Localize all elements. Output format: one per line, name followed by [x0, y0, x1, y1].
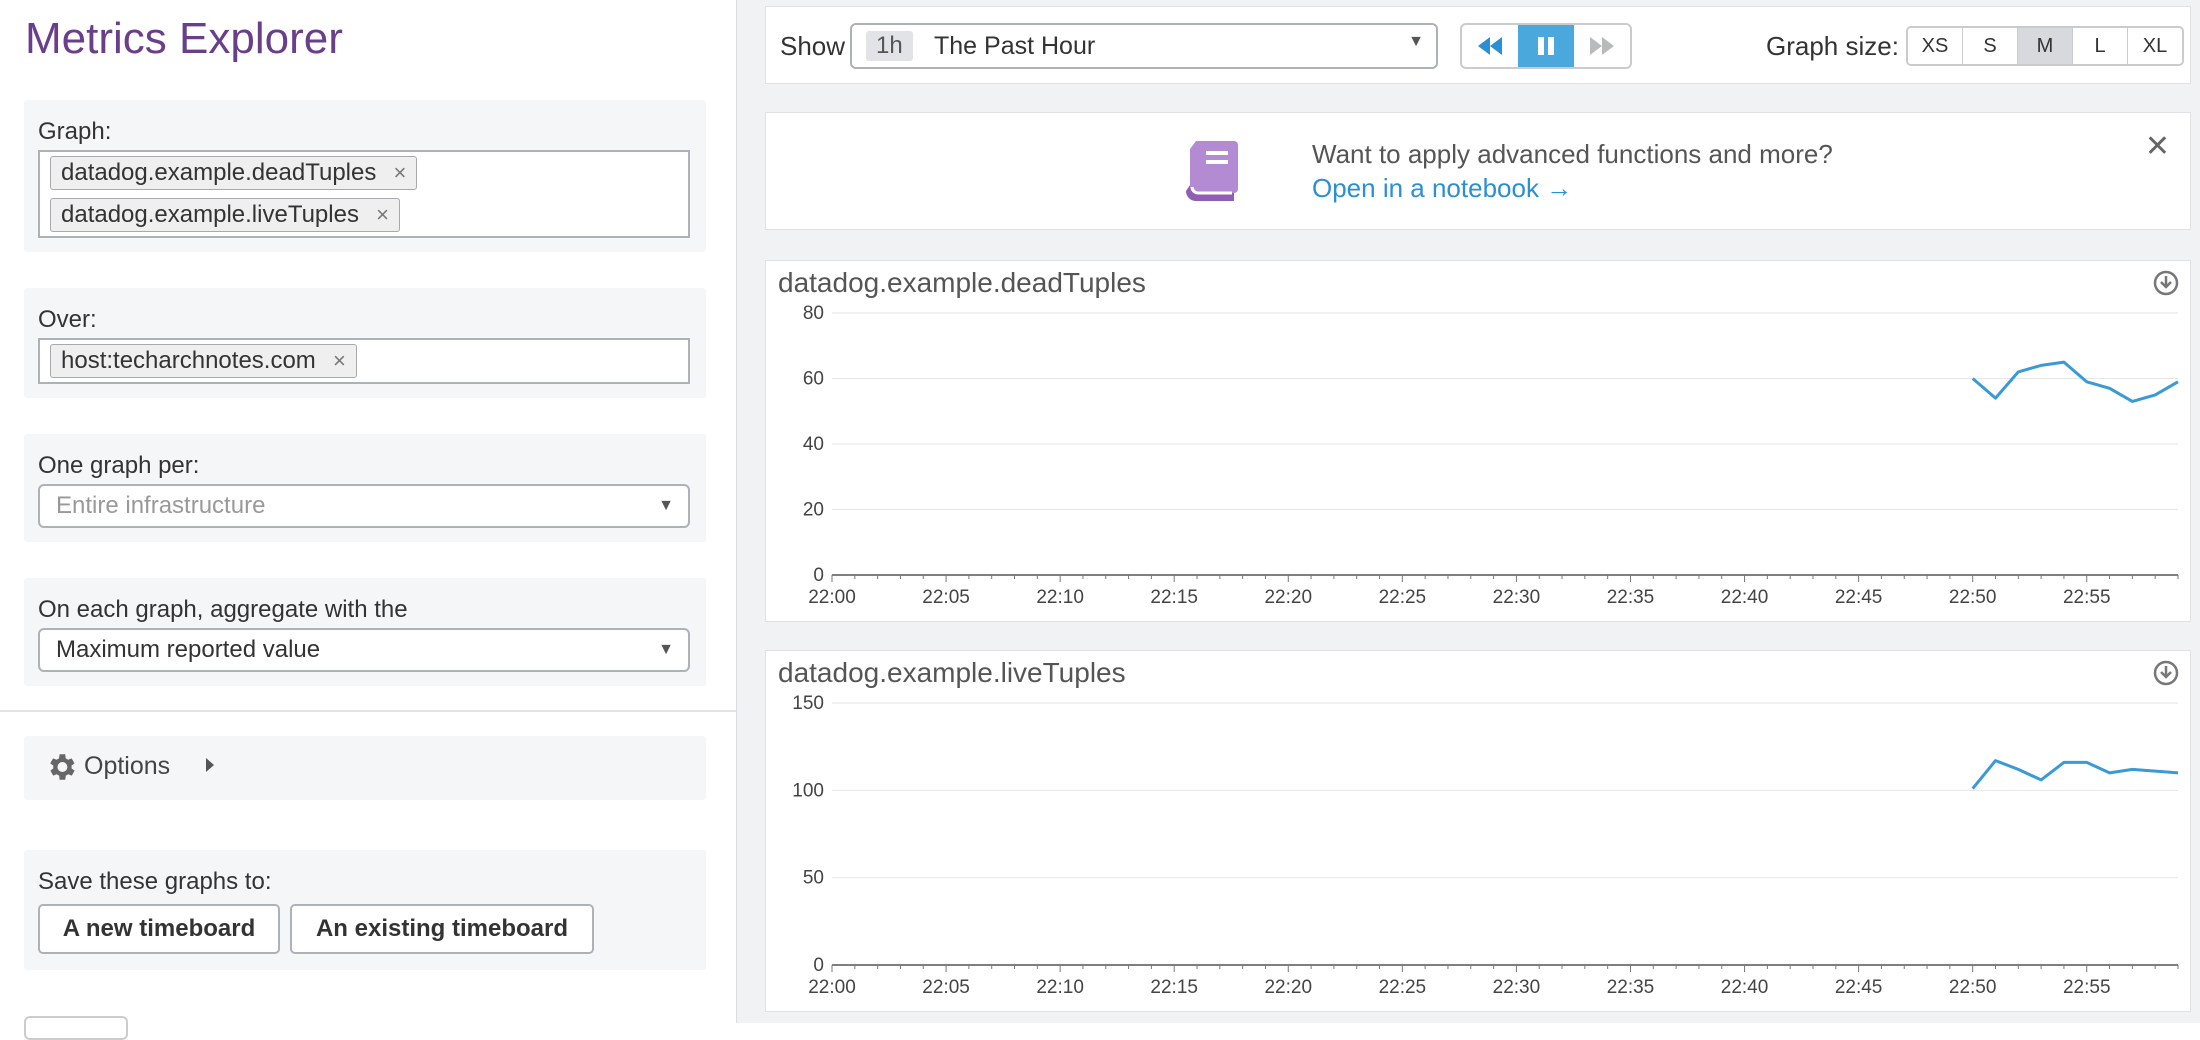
x-tick-label: 22:00: [808, 977, 856, 998]
x-tick-label: 22:10: [1036, 587, 1084, 608]
time-toolbar: Show 1h The Past Hour ▼ Graph size: XS S…: [765, 6, 2191, 84]
remove-token-icon[interactable]: ×: [376, 199, 389, 231]
divider: [0, 710, 736, 712]
y-tick-label: 80: [803, 303, 824, 324]
size-xs-button[interactable]: XS: [1908, 28, 1963, 64]
metric-token-label: datadog.example.deadTuples: [61, 159, 377, 186]
aggregate-label: On each graph, aggregate with the: [38, 596, 408, 623]
x-tick-label: 22:40: [1721, 977, 1769, 998]
x-tick-label: 22:35: [1607, 587, 1655, 608]
x-tick-label: 22:05: [922, 977, 970, 998]
show-label: Show: [780, 31, 846, 61]
save-label: Save these graphs to:: [38, 868, 272, 895]
x-tick-label: 22:05: [922, 587, 970, 608]
x-tick-label: 22:35: [1607, 977, 1655, 998]
x-tick-label: 22:55: [2063, 587, 2111, 608]
one-graph-per-value: Entire infrastructure: [56, 492, 266, 519]
pause-icon[interactable]: [1518, 25, 1574, 67]
graph-section: Graph: datadog.example.deadTuples × data…: [24, 100, 706, 252]
x-tick-label: 22:25: [1379, 977, 1427, 998]
over-label: Over:: [38, 306, 97, 333]
x-tick-label: 22:45: [1835, 587, 1883, 608]
x-tick-label: 22:25: [1379, 587, 1427, 608]
line-chart: 0 20 40 60 80 22:00 22:05 22:10 22:15 22:20 22:25 2…: [803, 303, 2179, 608]
graph-size-selector: XS S M L XL: [1906, 26, 2184, 66]
scope-token[interactable]: host:techarchnotes.com ×: [50, 344, 357, 378]
metric-graph-liveTuples: datadog.example.liveTuples 0 50 100 150 22:0…: [765, 650, 2191, 1012]
x-tick-label: 22:50: [1949, 587, 1997, 608]
chevron-down-icon: ▼: [658, 497, 674, 514]
remove-token-icon[interactable]: ×: [393, 157, 406, 189]
chevron-down-icon: ▼: [1408, 33, 1424, 50]
metric-graph-deadTuples: datadog.example.deadTuples 0 20 40 60 80 22:0…: [765, 260, 2191, 622]
y-tick-label: 0: [813, 955, 824, 976]
timeframe-badge: 1h: [866, 31, 913, 61]
x-tick-label: 22:20: [1264, 587, 1312, 608]
metric-token[interactable]: datadog.example.liveTuples ×: [50, 198, 400, 232]
x-tick-label: 22:10: [1036, 977, 1084, 998]
x-tick-label: 22:00: [808, 587, 856, 608]
y-tick-label: 20: [803, 500, 824, 521]
caret-right-icon: [206, 758, 214, 772]
one-graph-per-section: One graph per: Entire infrastructure ▼: [24, 434, 706, 542]
existing-timeboard-button[interactable]: An existing timeboard: [290, 904, 594, 954]
x-tick-label: 22:30: [1493, 977, 1541, 998]
x-tick-label: 22:40: [1721, 587, 1769, 608]
one-graph-per-select[interactable]: Entire infrastructure ▼: [38, 484, 690, 528]
new-timeboard-button[interactable]: A new timeboard: [38, 904, 280, 954]
series-line: [1971, 360, 2179, 403]
x-tick-label: 22:15: [1150, 977, 1198, 998]
x-tick-label: 22:50: [1949, 977, 1997, 998]
x-tick-label: 22:55: [2063, 977, 2111, 998]
y-tick-label: 0: [813, 565, 824, 586]
remove-token-icon[interactable]: ×: [333, 345, 346, 377]
graph-label: Graph:: [38, 118, 112, 145]
notebook-banner: Want to apply advanced functions and mor…: [765, 112, 2191, 230]
series-line: [1971, 759, 2179, 790]
timeframe-label: The Past Hour: [934, 32, 1096, 60]
aggregate-select[interactable]: Maximum reported value ▼: [38, 628, 690, 672]
graph-size-label: Graph size:: [1766, 31, 1899, 61]
save-section: Save these graphs to: A new timeboard An…: [24, 850, 706, 970]
timeframe-select[interactable]: 1h The Past Hour ▼: [850, 23, 1438, 69]
options-toggle[interactable]: Options: [24, 736, 706, 800]
close-icon[interactable]: ✕: [2145, 129, 2170, 164]
x-tick-label: 22:45: [1835, 977, 1883, 998]
options-label: Options: [84, 752, 171, 780]
fast-forward-icon[interactable]: [1574, 25, 1630, 67]
chevron-down-icon: ▼: [658, 641, 674, 658]
graph-metrics-input[interactable]: datadog.example.deadTuples × datadog.exa…: [38, 150, 690, 238]
y-tick-label: 100: [792, 780, 824, 801]
one-graph-per-label: One graph per:: [38, 452, 200, 479]
size-s-button[interactable]: S: [1963, 28, 2018, 64]
y-tick-label: 60: [803, 369, 824, 390]
scope-token-label: host:techarchnotes.com: [61, 347, 316, 374]
playback-controls: [1460, 23, 1632, 69]
notebook-icon: [1186, 141, 1238, 201]
size-m-button[interactable]: M: [2018, 28, 2073, 64]
page-title: Metrics Explorer: [25, 14, 343, 63]
y-tick-label: 40: [803, 434, 824, 455]
graph-area: Show 1h The Past Hour ▼ Graph size: XS S…: [737, 0, 2200, 1023]
metric-token-label: datadog.example.liveTuples: [61, 201, 359, 228]
over-section: Over: host:techarchnotes.com ×: [24, 288, 706, 398]
y-tick-label: 50: [803, 868, 824, 889]
size-l-button[interactable]: L: [2073, 28, 2128, 64]
over-scope-input[interactable]: host:techarchnotes.com ×: [38, 338, 690, 384]
aggregate-value: Maximum reported value: [56, 636, 321, 663]
x-tick-label: 22:20: [1264, 977, 1312, 998]
partial-button[interactable]: [24, 1016, 128, 1040]
aggregate-section: On each graph, aggregate with the Maximu…: [24, 578, 706, 686]
metrics-query-panel: Metrics Explorer Graph: datadog.example.…: [0, 0, 737, 1040]
banner-text: Want to apply advanced functions and mor…: [1312, 139, 1833, 169]
x-tick-label: 22:15: [1150, 587, 1198, 608]
size-xl-button[interactable]: XL: [2128, 28, 2182, 64]
x-tick-label: 22:30: [1493, 587, 1541, 608]
metric-token[interactable]: datadog.example.deadTuples ×: [50, 156, 418, 190]
rewind-icon[interactable]: [1462, 25, 1518, 67]
open-notebook-link[interactable]: Open in a notebook →: [1312, 173, 1572, 204]
gear-icon: [50, 754, 75, 780]
y-tick-label: 150: [792, 693, 824, 714]
line-chart: 0 50 100 150 22:00 22:05 22:10 22:15 22:20 22:25 2…: [792, 693, 2179, 998]
